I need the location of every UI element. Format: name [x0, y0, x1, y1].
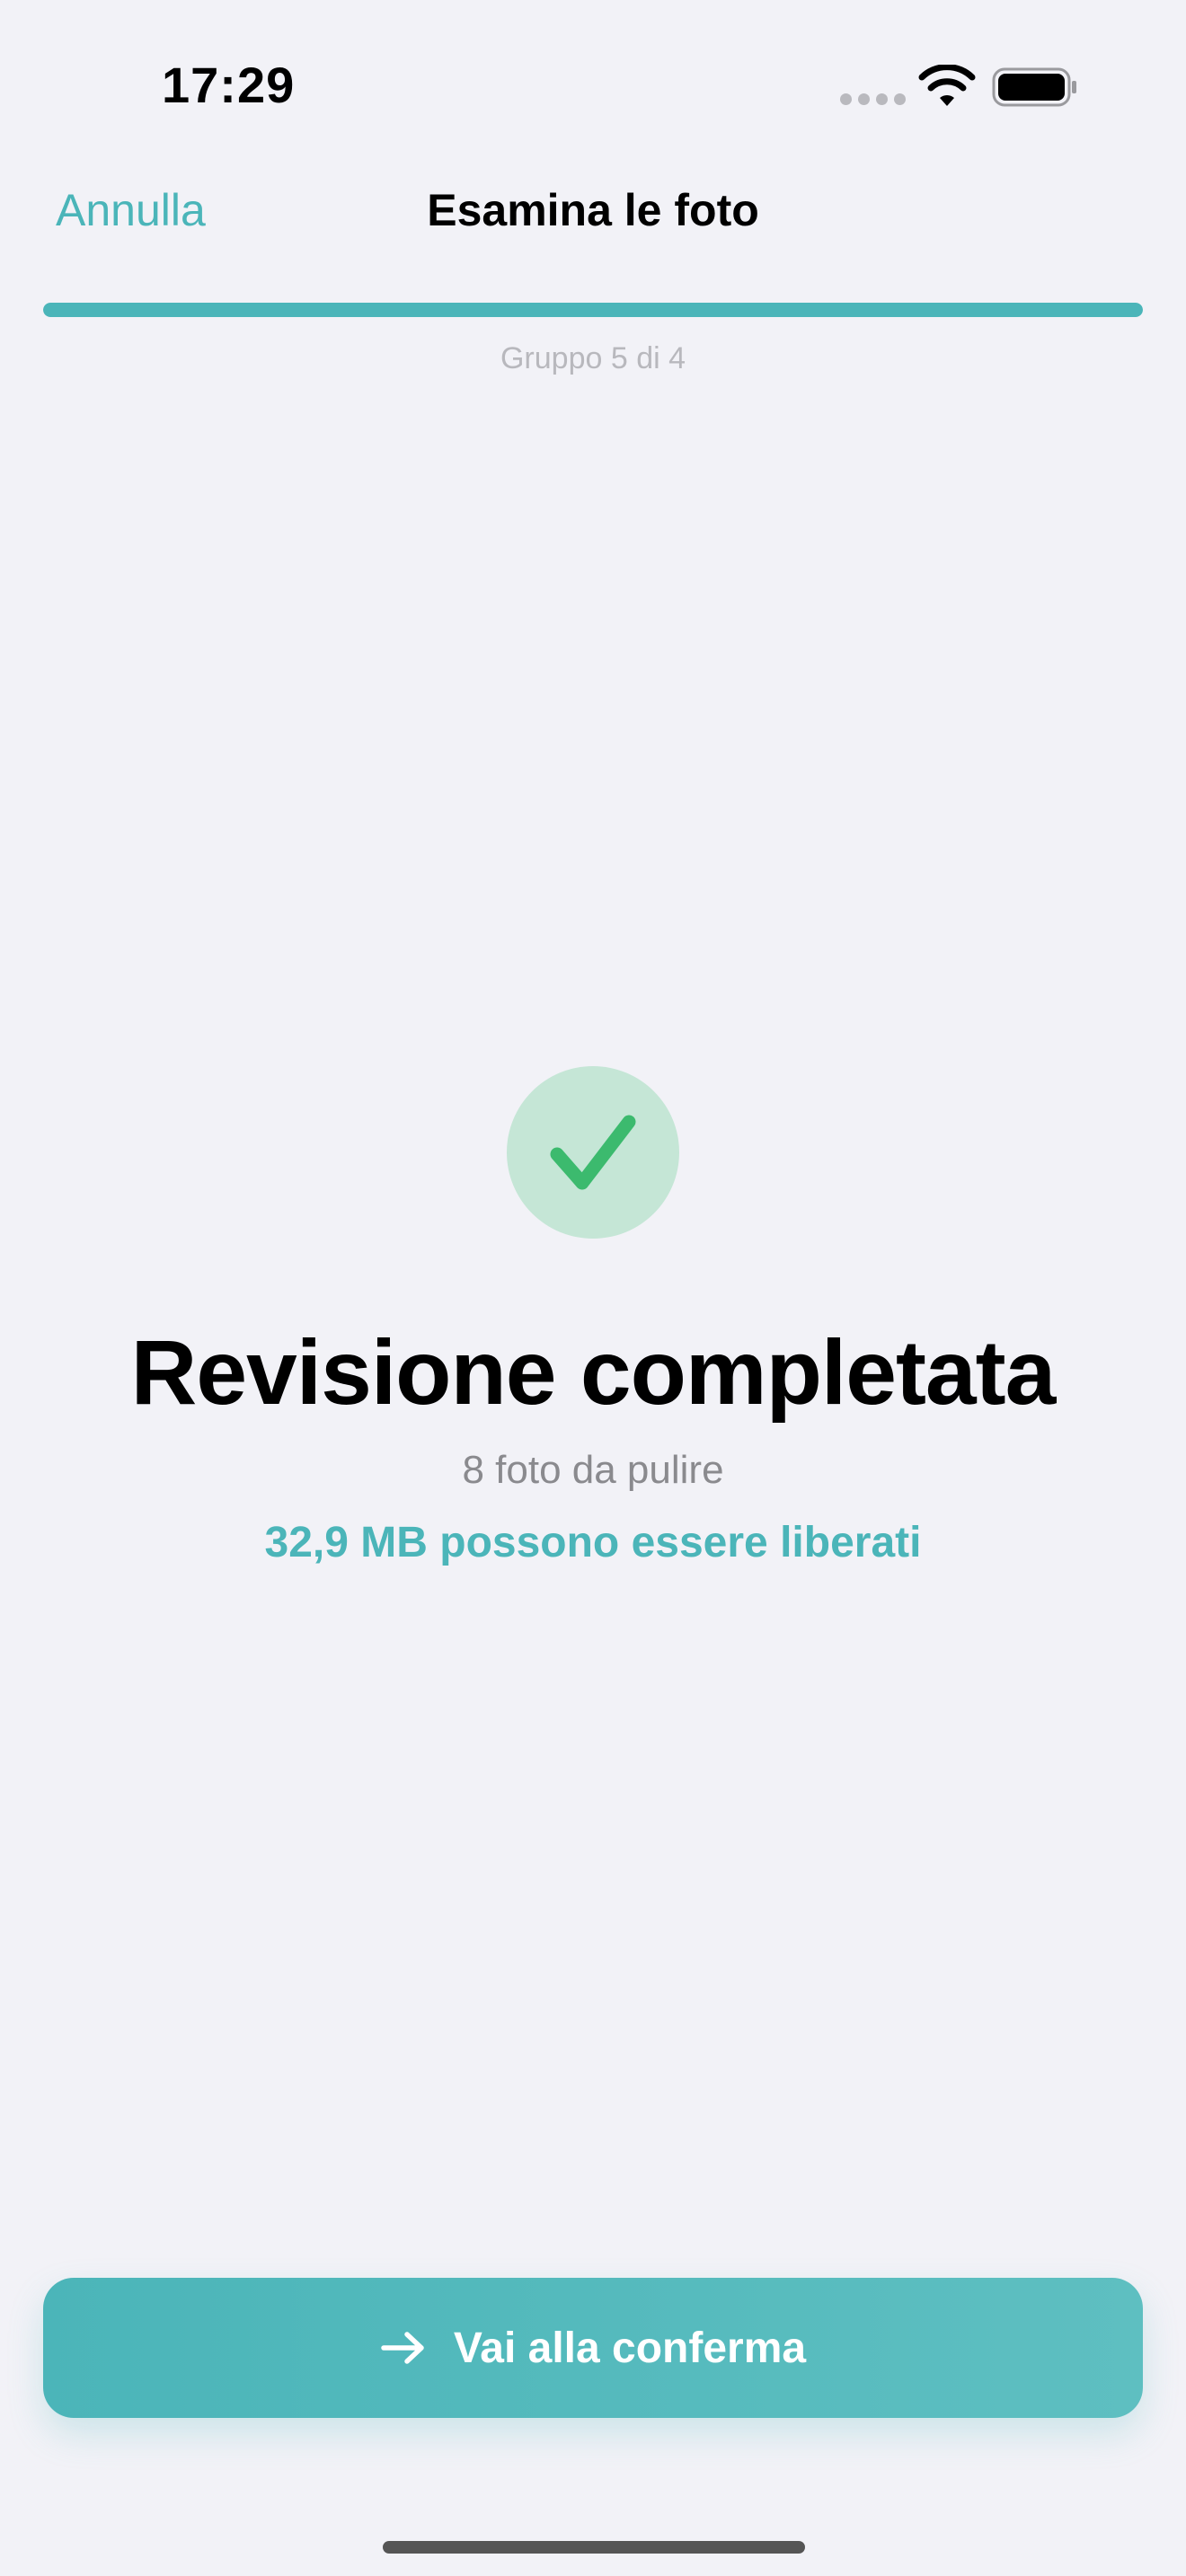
success-badge	[507, 1066, 679, 1239]
arrow-right-icon	[381, 2332, 424, 2364]
go-to-confirm-button[interactable]: Vai alla conferma	[43, 2278, 1143, 2418]
go-to-confirm-label: Vai alla conferma	[453, 2324, 807, 2372]
progress-label: Gruppo 5 di 4	[500, 341, 686, 375]
progress-bar	[43, 303, 1143, 317]
photos-count-text: 8 foto da pulire	[462, 1448, 724, 1492]
status-time: 17:29	[162, 57, 296, 113]
battery-icon	[992, 67, 1076, 107]
home-indicator[interactable]	[383, 2541, 805, 2554]
completion-title: Revisione completata	[130, 1321, 1057, 1424]
progress-fill	[43, 303, 1143, 317]
wifi-icon	[918, 65, 976, 106]
signal-dots-icon	[840, 93, 906, 105]
checkmark-icon	[550, 1115, 636, 1190]
cancel-button[interactable]: Annulla	[56, 184, 206, 236]
freed-space-text: 32,9 MB possono essere liberati	[264, 1519, 922, 1566]
